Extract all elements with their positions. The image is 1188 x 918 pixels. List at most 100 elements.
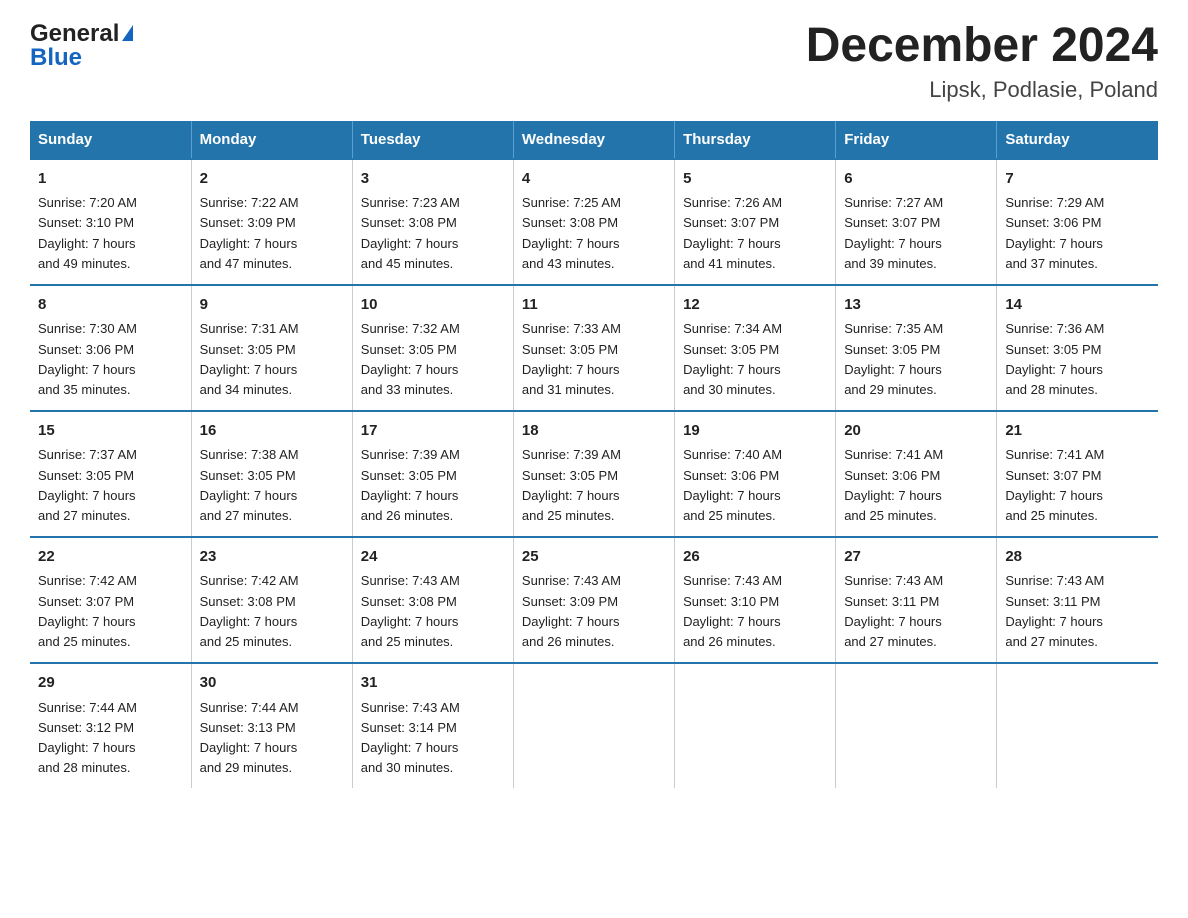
calendar-cell: 13Sunrise: 7:35 AM Sunset: 3:05 PM Dayli… [836, 285, 997, 411]
day-number: 24 [361, 546, 505, 569]
calendar-header-row: SundayMondayTuesdayWednesdayThursdayFrid… [30, 121, 1158, 159]
day-info: Sunrise: 7:36 AM Sunset: 3:05 PM Dayligh… [1005, 319, 1150, 400]
day-number: 20 [844, 420, 988, 443]
day-number: 18 [522, 420, 666, 443]
day-info: Sunrise: 7:34 AM Sunset: 3:05 PM Dayligh… [683, 319, 827, 400]
column-header-wednesday: Wednesday [513, 121, 674, 159]
day-number: 14 [1005, 294, 1150, 317]
day-info: Sunrise: 7:23 AM Sunset: 3:08 PM Dayligh… [361, 193, 505, 274]
calendar-cell: 3Sunrise: 7:23 AM Sunset: 3:08 PM Daylig… [352, 159, 513, 285]
calendar-cell: 22Sunrise: 7:42 AM Sunset: 3:07 PM Dayli… [30, 537, 191, 663]
calendar-cell: 26Sunrise: 7:43 AM Sunset: 3:10 PM Dayli… [675, 537, 836, 663]
calendar-cell: 8Sunrise: 7:30 AM Sunset: 3:06 PM Daylig… [30, 285, 191, 411]
calendar-cell: 23Sunrise: 7:42 AM Sunset: 3:08 PM Dayli… [191, 537, 352, 663]
day-info: Sunrise: 7:43 AM Sunset: 3:11 PM Dayligh… [1005, 571, 1150, 652]
week-row-3: 15Sunrise: 7:37 AM Sunset: 3:05 PM Dayli… [30, 411, 1158, 537]
day-info: Sunrise: 7:29 AM Sunset: 3:06 PM Dayligh… [1005, 193, 1150, 274]
page-subtitle: Lipsk, Podlasie, Poland [806, 77, 1158, 103]
day-info: Sunrise: 7:22 AM Sunset: 3:09 PM Dayligh… [200, 193, 344, 274]
week-row-5: 29Sunrise: 7:44 AM Sunset: 3:12 PM Dayli… [30, 663, 1158, 788]
calendar-cell: 19Sunrise: 7:40 AM Sunset: 3:06 PM Dayli… [675, 411, 836, 537]
day-number: 21 [1005, 420, 1150, 443]
day-info: Sunrise: 7:43 AM Sunset: 3:11 PM Dayligh… [844, 571, 988, 652]
logo: General Blue [30, 20, 133, 72]
day-number: 5 [683, 168, 827, 191]
day-info: Sunrise: 7:43 AM Sunset: 3:08 PM Dayligh… [361, 571, 505, 652]
day-info: Sunrise: 7:41 AM Sunset: 3:06 PM Dayligh… [844, 445, 988, 526]
calendar-cell: 29Sunrise: 7:44 AM Sunset: 3:12 PM Dayli… [30, 663, 191, 788]
calendar-cell: 7Sunrise: 7:29 AM Sunset: 3:06 PM Daylig… [997, 159, 1158, 285]
day-info: Sunrise: 7:42 AM Sunset: 3:07 PM Dayligh… [38, 571, 183, 652]
day-number: 9 [200, 294, 344, 317]
day-info: Sunrise: 7:32 AM Sunset: 3:05 PM Dayligh… [361, 319, 505, 400]
day-info: Sunrise: 7:43 AM Sunset: 3:10 PM Dayligh… [683, 571, 827, 652]
column-header-friday: Friday [836, 121, 997, 159]
day-number: 19 [683, 420, 827, 443]
title-block: December 2024 Lipsk, Podlasie, Poland [806, 20, 1158, 103]
calendar-cell: 1Sunrise: 7:20 AM Sunset: 3:10 PM Daylig… [30, 159, 191, 285]
day-number: 27 [844, 546, 988, 569]
week-row-2: 8Sunrise: 7:30 AM Sunset: 3:06 PM Daylig… [30, 285, 1158, 411]
calendar-cell: 12Sunrise: 7:34 AM Sunset: 3:05 PM Dayli… [675, 285, 836, 411]
day-number: 31 [361, 672, 505, 695]
day-number: 22 [38, 546, 183, 569]
day-number: 1 [38, 168, 183, 191]
day-number: 25 [522, 546, 666, 569]
calendar-cell: 17Sunrise: 7:39 AM Sunset: 3:05 PM Dayli… [352, 411, 513, 537]
column-header-thursday: Thursday [675, 121, 836, 159]
calendar-cell: 18Sunrise: 7:39 AM Sunset: 3:05 PM Dayli… [513, 411, 674, 537]
calendar-cell: 6Sunrise: 7:27 AM Sunset: 3:07 PM Daylig… [836, 159, 997, 285]
calendar-cell: 11Sunrise: 7:33 AM Sunset: 3:05 PM Dayli… [513, 285, 674, 411]
day-number: 16 [200, 420, 344, 443]
day-number: 23 [200, 546, 344, 569]
day-info: Sunrise: 7:37 AM Sunset: 3:05 PM Dayligh… [38, 445, 183, 526]
calendar-cell: 5Sunrise: 7:26 AM Sunset: 3:07 PM Daylig… [675, 159, 836, 285]
day-number: 6 [844, 168, 988, 191]
day-info: Sunrise: 7:43 AM Sunset: 3:09 PM Dayligh… [522, 571, 666, 652]
day-info: Sunrise: 7:30 AM Sunset: 3:06 PM Dayligh… [38, 319, 183, 400]
calendar-cell [675, 663, 836, 788]
column-header-saturday: Saturday [997, 121, 1158, 159]
day-info: Sunrise: 7:39 AM Sunset: 3:05 PM Dayligh… [522, 445, 666, 526]
day-info: Sunrise: 7:20 AM Sunset: 3:10 PM Dayligh… [38, 193, 183, 274]
calendar-cell [836, 663, 997, 788]
day-info: Sunrise: 7:43 AM Sunset: 3:14 PM Dayligh… [361, 698, 505, 779]
day-number: 2 [200, 168, 344, 191]
day-info: Sunrise: 7:25 AM Sunset: 3:08 PM Dayligh… [522, 193, 666, 274]
day-info: Sunrise: 7:39 AM Sunset: 3:05 PM Dayligh… [361, 445, 505, 526]
calendar-cell: 16Sunrise: 7:38 AM Sunset: 3:05 PM Dayli… [191, 411, 352, 537]
day-number: 28 [1005, 546, 1150, 569]
day-info: Sunrise: 7:44 AM Sunset: 3:13 PM Dayligh… [200, 698, 344, 779]
logo-blue-text: Blue [30, 44, 82, 72]
day-number: 12 [683, 294, 827, 317]
calendar-cell: 30Sunrise: 7:44 AM Sunset: 3:13 PM Dayli… [191, 663, 352, 788]
day-info: Sunrise: 7:40 AM Sunset: 3:06 PM Dayligh… [683, 445, 827, 526]
day-number: 7 [1005, 168, 1150, 191]
column-header-monday: Monday [191, 121, 352, 159]
column-header-sunday: Sunday [30, 121, 191, 159]
page-header: General Blue December 2024 Lipsk, Podlas… [30, 20, 1158, 103]
calendar-cell: 10Sunrise: 7:32 AM Sunset: 3:05 PM Dayli… [352, 285, 513, 411]
day-number: 17 [361, 420, 505, 443]
calendar-cell: 15Sunrise: 7:37 AM Sunset: 3:05 PM Dayli… [30, 411, 191, 537]
calendar-cell: 31 Sunrise: 7:43 AM Sunset: 3:14 PM Dayli… [352, 663, 513, 788]
calendar-cell: 25Sunrise: 7:43 AM Sunset: 3:09 PM Dayli… [513, 537, 674, 663]
calendar-cell: 24Sunrise: 7:43 AM Sunset: 3:08 PM Dayli… [352, 537, 513, 663]
page-title: December 2024 [806, 20, 1158, 73]
day-number: 11 [522, 294, 666, 317]
day-info: Sunrise: 7:31 AM Sunset: 3:05 PM Dayligh… [200, 319, 344, 400]
day-info: Sunrise: 7:41 AM Sunset: 3:07 PM Dayligh… [1005, 445, 1150, 526]
day-info: Sunrise: 7:27 AM Sunset: 3:07 PM Dayligh… [844, 193, 988, 274]
day-number: 13 [844, 294, 988, 317]
day-info: Sunrise: 7:38 AM Sunset: 3:05 PM Dayligh… [200, 445, 344, 526]
column-header-tuesday: Tuesday [352, 121, 513, 159]
calendar-cell: 2Sunrise: 7:22 AM Sunset: 3:09 PM Daylig… [191, 159, 352, 285]
calendar-cell [513, 663, 674, 788]
day-number: 29 [38, 672, 183, 695]
day-info: Sunrise: 7:35 AM Sunset: 3:05 PM Dayligh… [844, 319, 988, 400]
calendar-table: SundayMondayTuesdayWednesdayThursdayFrid… [30, 121, 1158, 788]
calendar-cell: 9Sunrise: 7:31 AM Sunset: 3:05 PM Daylig… [191, 285, 352, 411]
day-info: Sunrise: 7:33 AM Sunset: 3:05 PM Dayligh… [522, 319, 666, 400]
day-number: 4 [522, 168, 666, 191]
week-row-4: 22Sunrise: 7:42 AM Sunset: 3:07 PM Dayli… [30, 537, 1158, 663]
